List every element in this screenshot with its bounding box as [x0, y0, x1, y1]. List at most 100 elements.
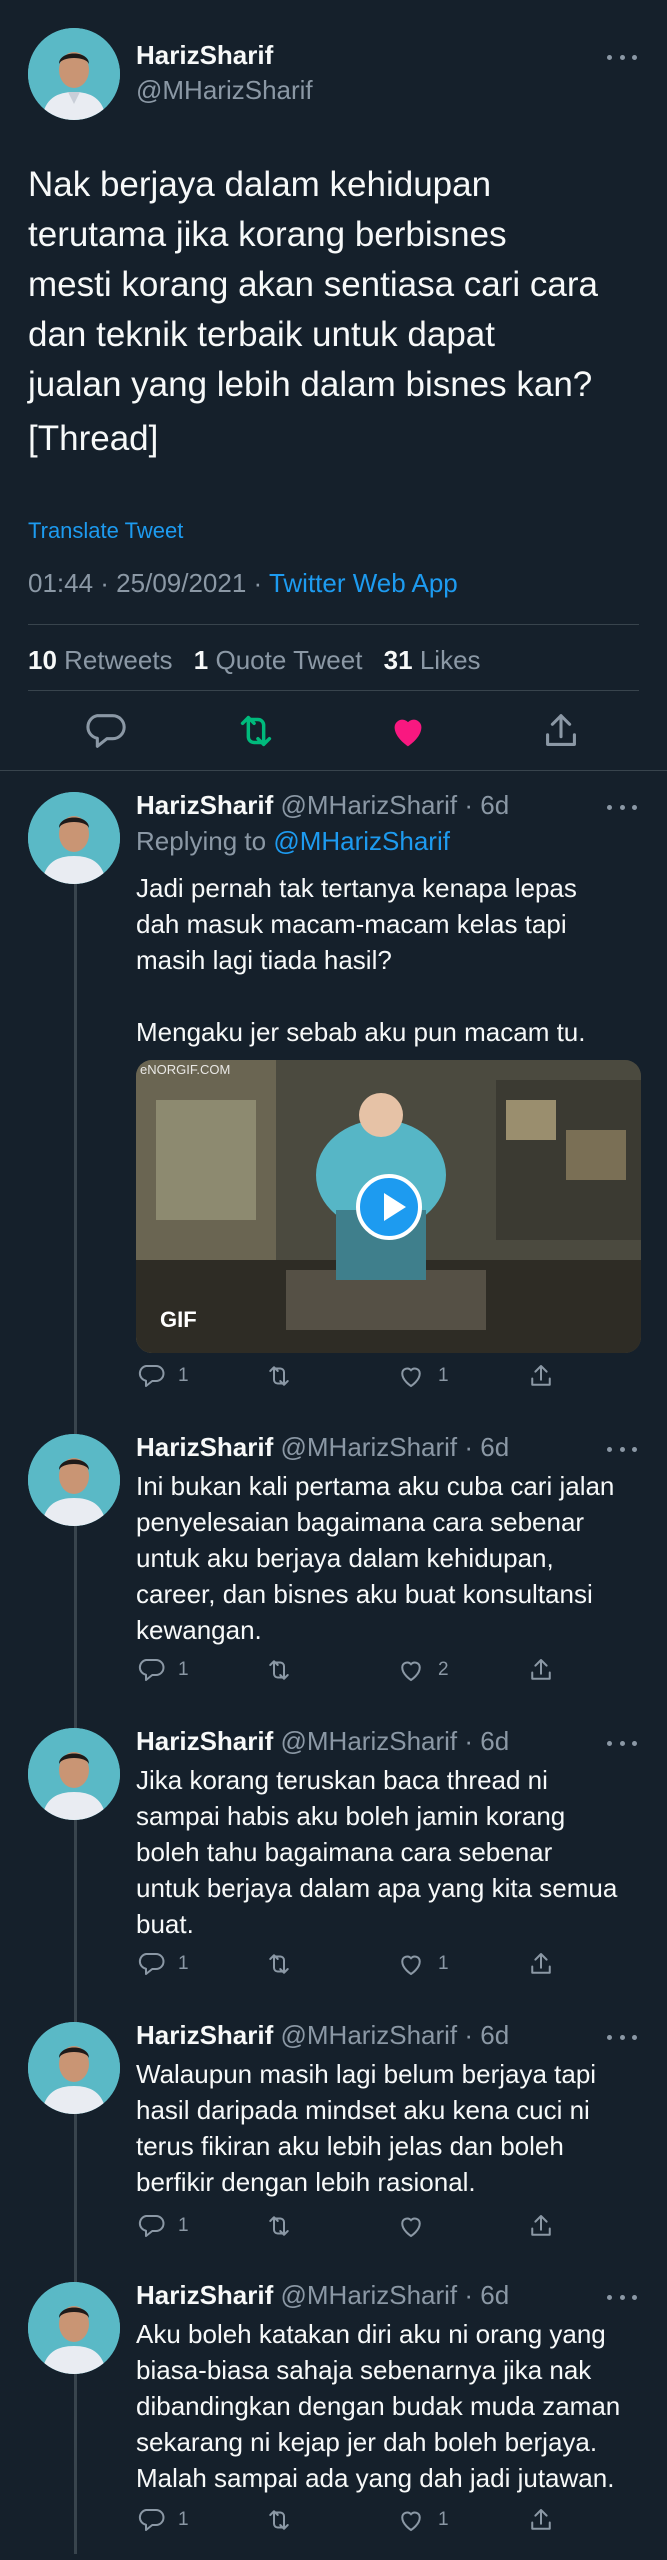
reply-icon[interactable] [82, 708, 128, 754]
avatar[interactable] [28, 28, 120, 120]
author-handle-date[interactable]: @MHarizSharif · 6d [281, 2020, 510, 2050]
share-action[interactable] [526, 2502, 568, 2538]
quote-tweets-stat[interactable]: 1 Quote Tweet [194, 645, 363, 675]
retweet-action[interactable] [264, 2502, 306, 2538]
play-icon[interactable] [355, 1173, 422, 1240]
tweet-source-app[interactable]: Twitter Web App [269, 568, 458, 598]
reply-text: Ini bukan kali pertama aku cuba cari jal… [136, 1471, 615, 1645]
reply-action[interactable]: 1 [136, 1358, 189, 1394]
share-action[interactable] [526, 1652, 568, 1688]
reply-text: Jadi pernah tak tertanya kenapa lepas da… [136, 873, 586, 1047]
avatar[interactable] [28, 1434, 120, 1526]
likes-stat[interactable]: 31 Likes [384, 645, 481, 675]
retweet-action[interactable] [264, 2208, 306, 2244]
retweet-icon [269, 1366, 289, 1386]
tweet-text-line: Nak berjaya dalam kehidupan [28, 165, 492, 204]
reply-tweet: HarizSharif @MHarizSharif · 6d Replying … [0, 790, 667, 1410]
share-action[interactable] [526, 2208, 568, 2244]
more-options-icon[interactable] [607, 1738, 637, 1748]
avatar-photo [28, 28, 120, 120]
tweet-stats: 10 Retweets 1 Quote Tweet 31 Likes [28, 645, 495, 676]
author-name[interactable]: HarizSharif [136, 2020, 273, 2050]
avatar[interactable] [28, 2022, 120, 2114]
author-name[interactable]: HarizSharif [136, 1726, 273, 1756]
author-handle-date[interactable]: @MHarizSharif · 6d [281, 1726, 510, 1756]
retweet-icon [269, 2510, 289, 2530]
translate-tweet-link[interactable]: Translate Tweet [28, 518, 183, 544]
avatar[interactable] [28, 2282, 120, 2374]
gif-media[interactable]: eNORGIF.COM GIF [136, 1060, 641, 1353]
reply-actions: 1 2 [136, 1652, 646, 1688]
reply-actions: 1 1 [136, 1358, 646, 1394]
avatar[interactable] [28, 1728, 120, 1820]
avatar[interactable] [28, 792, 120, 884]
like-action[interactable]: 1 [396, 2502, 449, 2538]
reply-action[interactable]: 1 [136, 2502, 189, 2538]
liked-heart-icon[interactable] [385, 708, 431, 754]
author-handle-date[interactable]: @MHarizSharif · 6d [281, 790, 510, 820]
like-action[interactable]: 2 [396, 1652, 449, 1688]
replying-to: Replying to @MHarizSharif [136, 826, 450, 856]
reply-icon [138, 1365, 165, 1387]
tweet-text-line: dan teknik terbaik untuk dapat [28, 315, 495, 354]
share-action[interactable] [526, 1358, 568, 1394]
retweet-icon[interactable] [233, 708, 279, 754]
author-handle-date[interactable]: @MHarizSharif · 6d [281, 1432, 510, 1462]
share-icon [531, 2509, 551, 2530]
more-options-icon[interactable] [607, 52, 637, 62]
retweet-icon [269, 1954, 289, 1974]
reply-action[interactable]: 1 [136, 1652, 189, 1688]
tweet-text-line: [Thread] [28, 419, 159, 458]
reply-text: Jika korang teruskan baca thread ni samp… [136, 1765, 618, 1939]
tweet-timestamp[interactable]: 01:44 · 25/09/2021 · [28, 568, 269, 598]
share-icon [531, 1953, 551, 1974]
reply-tweet: HarizSharif @MHarizSharif · 6d Walaupun … [0, 2020, 667, 2260]
main-tweet-actions [0, 708, 667, 758]
tweet-text: Nak berjaya dalam kehidupan terutama jik… [28, 160, 648, 464]
reply-header: HarizSharif @MHarizSharif · 6d [136, 790, 509, 821]
like-action[interactable] [396, 2208, 438, 2244]
reply-action[interactable]: 1 [136, 2208, 189, 2244]
like-action[interactable]: 1 [396, 1946, 449, 1982]
divider [28, 624, 639, 625]
more-options-icon[interactable] [607, 2292, 637, 2302]
share-icon[interactable] [538, 708, 584, 754]
author-name[interactable]: HarizSharif [136, 2280, 273, 2310]
retweets-stat[interactable]: 10 Retweets [28, 645, 173, 675]
retweet-action[interactable] [264, 1652, 306, 1688]
heart-icon [401, 1367, 421, 1388]
reply-text: Aku boleh katakan diri aku ni orang yang… [136, 2319, 621, 2493]
author-name[interactable]: HarizSharif [136, 40, 273, 71]
reply-header: HarizSharif @MHarizSharif · 6d [136, 1432, 509, 1463]
more-options-icon[interactable] [607, 2032, 637, 2042]
reply-actions: 1 1 [136, 2502, 646, 2538]
divider [0, 770, 667, 771]
reply-header: HarizSharif @MHarizSharif · 6d [136, 2020, 509, 2051]
reply-icon [138, 2509, 165, 2531]
retweet-action[interactable] [264, 1358, 306, 1394]
share-action[interactable] [526, 1946, 568, 1982]
reply-header: HarizSharif @MHarizSharif · 6d [136, 1726, 509, 1757]
tweet-text-line: jualan yang lebih dalam bisnes kan? [28, 365, 593, 404]
more-options-icon[interactable] [607, 1444, 637, 1454]
reply-tweet: HarizSharif @MHarizSharif · 6d Jika kora… [0, 1726, 667, 1996]
heart-icon [401, 1955, 421, 1976]
heart-icon [401, 2511, 421, 2532]
author-handle[interactable]: @MHarizSharif [136, 75, 313, 106]
author-name[interactable]: HarizSharif [136, 1432, 273, 1462]
author-handle-date[interactable]: @MHarizSharif · 6d [281, 2280, 510, 2310]
retweet-action[interactable] [264, 1946, 306, 1982]
reply-text: Walaupun masih lagi belum berjaya tapi h… [136, 2059, 597, 2197]
divider [28, 690, 639, 691]
share-icon [531, 1365, 551, 1386]
author-name[interactable]: HarizSharif [136, 790, 273, 820]
tweet-text-line: mesti korang akan sentiasa cari cara [28, 265, 598, 304]
more-options-icon[interactable] [607, 802, 637, 812]
replying-to-link[interactable]: @MHarizSharif [273, 826, 450, 856]
reply-action[interactable]: 1 [136, 1946, 189, 1982]
reply-actions: 1 1 [136, 1946, 646, 1982]
heart-icon [401, 2217, 421, 2238]
tweet-text-line: terutama jika korang berbisnes [28, 215, 507, 254]
tweet-metadata: 01:44 · 25/09/2021 · Twitter Web App [28, 568, 458, 599]
like-action[interactable]: 1 [396, 1358, 449, 1394]
